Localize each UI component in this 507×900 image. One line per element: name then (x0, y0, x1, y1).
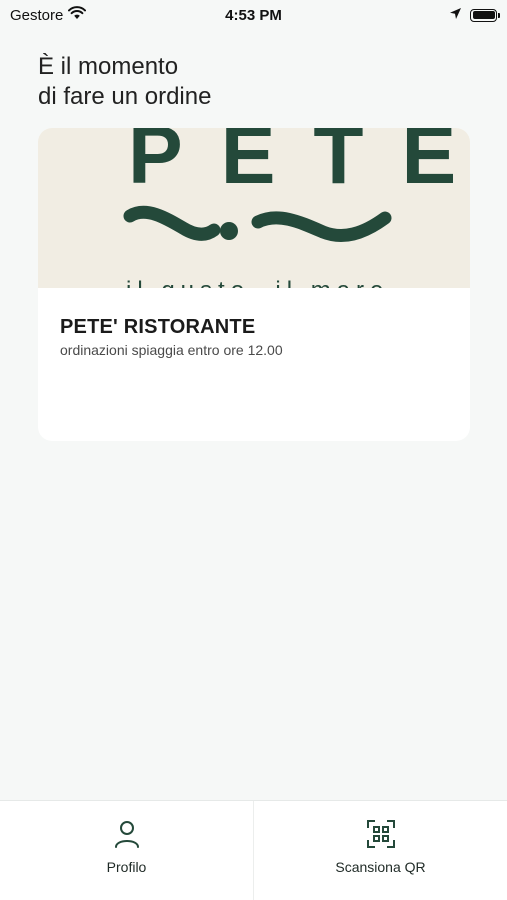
wifi-icon (68, 6, 87, 24)
tab-label-profilo: Profilo (106, 859, 147, 875)
tab-bar: Profilo Scansiona QR (0, 800, 507, 900)
tab-label-scansiona-qr: Scansiona QR (335, 859, 426, 875)
status-right (449, 7, 500, 24)
logo-tagline: il gusto, il mare (126, 277, 389, 288)
status-left: Gestore (10, 6, 87, 24)
person-icon (112, 819, 142, 849)
pete-logo: PETE il gusto, il mare (123, 128, 470, 288)
tab-profilo[interactable]: Profilo (0, 801, 253, 900)
card-body: PETE' RISTORANTE ordinazioni spiaggia en… (38, 288, 470, 358)
battery-icon (470, 8, 500, 22)
restaurant-logo-image: PETE il gusto, il mare (38, 128, 470, 288)
restaurant-name: PETE' RISTORANTE (60, 316, 256, 338)
status-bar: Gestore 4:53 PM (0, 0, 507, 30)
page-heading: È il momento di fare un ordine (38, 52, 458, 112)
restaurant-card[interactable]: PETE il gusto, il mare PETE' RISTORANTE … (38, 128, 470, 441)
carrier-label: Gestore (10, 6, 64, 24)
qr-scan-icon (366, 819, 396, 849)
logo-text: PETE (128, 128, 470, 201)
location-arrow-icon (449, 7, 462, 24)
restaurant-description: ordinazioni spiaggia entro ore 12.00 (60, 342, 283, 358)
heading-line-2: di fare un ordine (38, 83, 212, 110)
heading-line-1: È il momento (38, 53, 179, 80)
tab-scansiona-qr[interactable]: Scansiona QR (253, 801, 507, 900)
